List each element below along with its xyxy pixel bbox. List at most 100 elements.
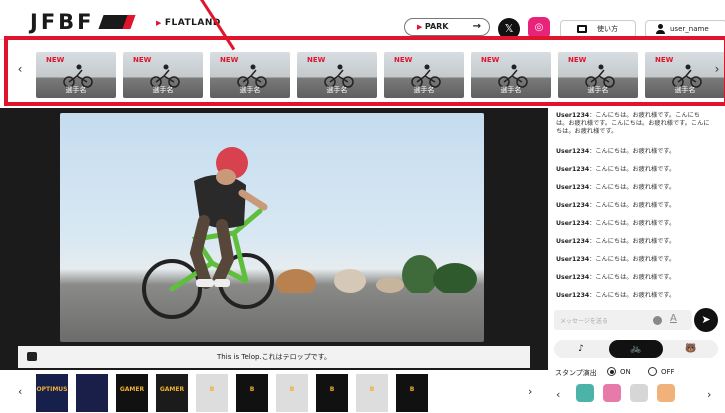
chat-text: ：こんにちは。お疲れ様です。 [589, 292, 676, 299]
triangle-icon: ▶ [156, 19, 162, 27]
telop-text: This is Telop.これはテロップです。 [217, 353, 331, 361]
stamp-effect-label: スタンプ演出 [555, 369, 597, 377]
new-badge: NEW [394, 56, 413, 64]
merch-item[interactable]: GAMER [116, 374, 148, 412]
new-badge: NEW [133, 56, 152, 64]
video-player[interactable] [60, 113, 484, 342]
chat-message: User1234：こんにちは。お疲れ様です。 [556, 184, 712, 192]
rider-prev-button[interactable]: ‹ [14, 62, 26, 76]
off-label: OFF [661, 368, 675, 376]
merch-label: B [249, 386, 255, 393]
merch-item[interactable]: B [276, 374, 308, 412]
stamp-item[interactable] [603, 384, 621, 402]
merch-item[interactable] [76, 374, 108, 412]
telop-bar: This is Telop.これはテロップです。 [18, 346, 530, 368]
stamp-off-radio[interactable] [648, 367, 657, 376]
stamp-item[interactable] [657, 384, 675, 402]
user-icon [656, 24, 665, 34]
stamp-item[interactable] [630, 384, 648, 402]
merch-label: B [289, 386, 295, 393]
rider-card[interactable]: NEW 選手名 [123, 52, 203, 98]
merch-item[interactable]: OPTIMUS [36, 374, 68, 412]
merch-item[interactable]: B [316, 374, 348, 412]
chat-message: User1234：こんにちは。お疲れ様です。 [556, 202, 712, 210]
new-badge: NEW [655, 56, 674, 64]
merch-item[interactable]: B [396, 374, 428, 412]
chat-message: User1234：こんにちは。お疲れ様です。 [556, 238, 712, 246]
stamp-prev-button[interactable]: ‹ [556, 388, 560, 401]
x-social-button[interactable]: 𝕏 [498, 18, 520, 40]
rider-name: 選手名 [326, 86, 348, 94]
on-label: ON [620, 368, 631, 376]
font-icon[interactable]: A [670, 313, 677, 324]
merch-label: B [329, 386, 335, 393]
chat-user: User1234 [556, 184, 590, 191]
chat-message: User1234：こんにちは。お疲れ様です。 [556, 292, 712, 300]
rider-next-button[interactable]: › [711, 62, 723, 76]
stamp-item[interactable] [576, 384, 594, 402]
rider-card[interactable]: NEW 選手名 [471, 52, 551, 98]
triangle-icon: ▶ [417, 23, 425, 31]
park-button[interactable]: ▶ PARK → [404, 18, 490, 36]
merch-label: B [209, 386, 215, 393]
logo-mark-icon [97, 15, 132, 29]
rider-card[interactable]: NEW 選手名 [558, 52, 638, 98]
arrow-right-icon: → [472, 21, 481, 32]
site-header: JFBF ▶ FLATLAND ▶ PARK → 𝕏 ◎ 使い方 user_nam… [0, 0, 725, 40]
new-badge: NEW [307, 56, 326, 64]
rider-name: 選手名 [674, 86, 696, 94]
chat-message: User1234：こんにちは。お疲れ様です。こんにちは。お疲れ様です。こんにちは… [556, 112, 712, 136]
chat-message: User1234：こんにちは。お疲れ様です。 [556, 166, 712, 174]
tab-bear[interactable]: 🐻 [664, 340, 718, 358]
new-badge: NEW [46, 56, 65, 64]
chat-message: User1234：こんにちは。お疲れ様です。 [556, 148, 712, 156]
chat-user: User1234 [556, 292, 590, 299]
tab-bike[interactable]: 🚲 [609, 340, 663, 358]
send-button[interactable]: ➤ [694, 308, 718, 332]
merch-item[interactable]: B [196, 374, 228, 412]
merch-item[interactable]: GAMER [156, 374, 188, 412]
merch-item[interactable]: B [356, 374, 388, 412]
chat-text: ：こんにちは。お疲れ様です。 [589, 220, 676, 227]
section-title: ▶ FLATLAND [156, 18, 221, 28]
chat-user: User1234 [556, 148, 590, 155]
tab-sound[interactable]: ♪ [554, 340, 608, 358]
howto-button[interactable]: 使い方 [560, 20, 636, 38]
rider-name: 選手名 [587, 86, 609, 94]
rider-name: 選手名 [413, 86, 435, 94]
bmx-rider-image [142, 147, 274, 319]
chat-text: ：こんにちは。お疲れ様です。 [589, 148, 676, 155]
rider-card[interactable]: NEW 選手名 [210, 52, 290, 98]
new-badge: NEW [568, 56, 587, 64]
new-badge: NEW [481, 56, 500, 64]
new-badge: NEW [220, 56, 239, 64]
chat-user: User1234 [556, 220, 590, 227]
rider-name: 選手名 [239, 86, 261, 94]
rider-card[interactable]: NEW 選手名 [297, 52, 377, 98]
stamp-tabs: ♪ 🚲 🐻 [554, 340, 718, 358]
merch-next-button[interactable]: › [528, 385, 532, 398]
chat-text: ：こんにちは。お疲れ様です。 [589, 238, 676, 245]
stamp-next-button[interactable]: › [707, 388, 711, 401]
merch-item[interactable]: B [236, 374, 268, 412]
instagram-button[interactable]: ◎ [528, 17, 550, 39]
chat-user: User1234 [556, 256, 590, 263]
jfbf-logo[interactable]: JFBF [30, 10, 132, 34]
rider-name: 選手名 [65, 86, 87, 94]
chat-input[interactable]: メッセージを送る A [554, 310, 692, 330]
user-button[interactable]: user_name [645, 20, 725, 38]
rider-card[interactable]: NEW 選手名 [36, 52, 116, 98]
rider-name: 選手名 [152, 86, 174, 94]
chat-user: User1234 [556, 238, 590, 245]
merch-label: B [409, 386, 415, 393]
chat-user: User1234 [556, 202, 590, 209]
chat-message: User1234：こんにちは。お疲れ様です。 [556, 274, 712, 282]
emoji-icon[interactable] [653, 316, 662, 325]
chat-text: ：こんにちは。お疲れ様です。 [589, 184, 676, 191]
chat-text: ：こんにちは。お疲れ様です。 [589, 202, 676, 209]
merch-prev-button[interactable]: ‹ [18, 385, 22, 398]
stamp-on-radio[interactable] [607, 367, 616, 376]
merch-label: B [369, 386, 375, 393]
rider-card[interactable]: NEW 選手名 [384, 52, 464, 98]
chat-message: User1234：こんにちは。お疲れ様です。 [556, 220, 712, 228]
